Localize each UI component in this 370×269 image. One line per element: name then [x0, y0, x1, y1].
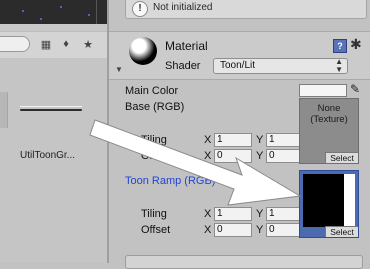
material-header: ▼ Material Shader Toon/Lit ▲ ▼ ? ✱ [109, 31, 370, 80]
texture-none-line1: None [317, 103, 341, 114]
project-panel: ▦ ♦ ★ UtilToonGr... [0, 0, 107, 263]
toon-ramp-texture-slot[interactable]: Select [299, 170, 359, 238]
ramp-texture-preview [303, 174, 355, 227]
filter-by-type-button[interactable]: ▦ [38, 36, 54, 52]
toon-ramp-label: Toon Ramp (RGB) [125, 175, 216, 187]
main-color-field[interactable] [299, 84, 347, 97]
ramp-offset-x-field[interactable]: 0 [214, 223, 252, 237]
base-select-button[interactable]: Select [325, 152, 358, 163]
ramp-tiling-label: Tiling [141, 208, 167, 220]
status-helpbox: ! Not initialized [125, 0, 367, 19]
search-input[interactable] [0, 36, 30, 52]
inspector-panel: ! Not initialized ▼ Material Shader Toon… [109, 0, 370, 269]
filter-icon: ▦ [40, 38, 52, 51]
gear-icon[interactable]: ✱ [350, 36, 362, 53]
base-offset-x-label: X [204, 150, 212, 162]
base-offset-label: Offset [141, 150, 171, 162]
base-tiling-y-label: Y [256, 134, 264, 146]
scene-view-strip [0, 0, 107, 24]
base-tiling-x-field[interactable]: 1 [214, 133, 252, 147]
material-sphere-icon [129, 37, 157, 65]
base-offset-y-label: Y [256, 150, 264, 162]
star-icon: ★ [83, 38, 93, 51]
ramp-tiling-x-label: X [204, 208, 212, 220]
material-title: Material [165, 39, 208, 53]
project-toolbar: ▦ ♦ ★ [0, 31, 107, 59]
main-color-label: Main Color [125, 85, 179, 97]
base-tiling-x-label: X [204, 134, 212, 146]
base-offset-x-field[interactable]: 0 [214, 149, 252, 163]
add-component-bar[interactable] [125, 255, 363, 269]
asset-thumbnail[interactable] [20, 106, 82, 113]
ramp-select-button[interactable]: Select [325, 226, 358, 237]
shader-dropdown[interactable]: Toon/Lit ▲ ▼ [213, 58, 348, 74]
info-icon: ! [132, 1, 148, 17]
favorites-button[interactable]: ★ [80, 36, 96, 52]
base-texture-slot[interactable]: None (Texture) Select [299, 98, 359, 164]
base-tiling-label: Tiling [141, 134, 167, 146]
filter-by-label-button[interactable]: ♦ [58, 36, 74, 52]
help-icon[interactable]: ? [333, 39, 347, 53]
asset-label[interactable]: UtilToonGr... [20, 150, 75, 161]
eyedropper-icon[interactable]: ✎ [350, 82, 360, 96]
foldout-arrow-icon[interactable]: ▼ [115, 65, 123, 74]
shader-value: Toon/Lit [220, 60, 256, 71]
status-text: Not initialized [153, 2, 213, 13]
tag-icon: ♦ [63, 38, 69, 50]
ramp-tiling-y-label: Y [256, 208, 264, 220]
ramp-tiling-x-field[interactable]: 1 [214, 207, 252, 221]
ramp-offset-x-label: X [204, 224, 212, 236]
texture-none-line2: (Texture) [310, 114, 348, 125]
base-texture-label: Base (RGB) [125, 101, 185, 113]
ramp-offset-y-label: Y [256, 224, 264, 236]
scrollbar[interactable] [0, 92, 8, 128]
dropdown-arrows-icon: ▲ ▼ [335, 57, 343, 74]
shader-label: Shader [165, 60, 201, 72]
ramp-offset-label: Offset [141, 224, 171, 236]
texture-none-text: None (Texture) [300, 103, 358, 125]
